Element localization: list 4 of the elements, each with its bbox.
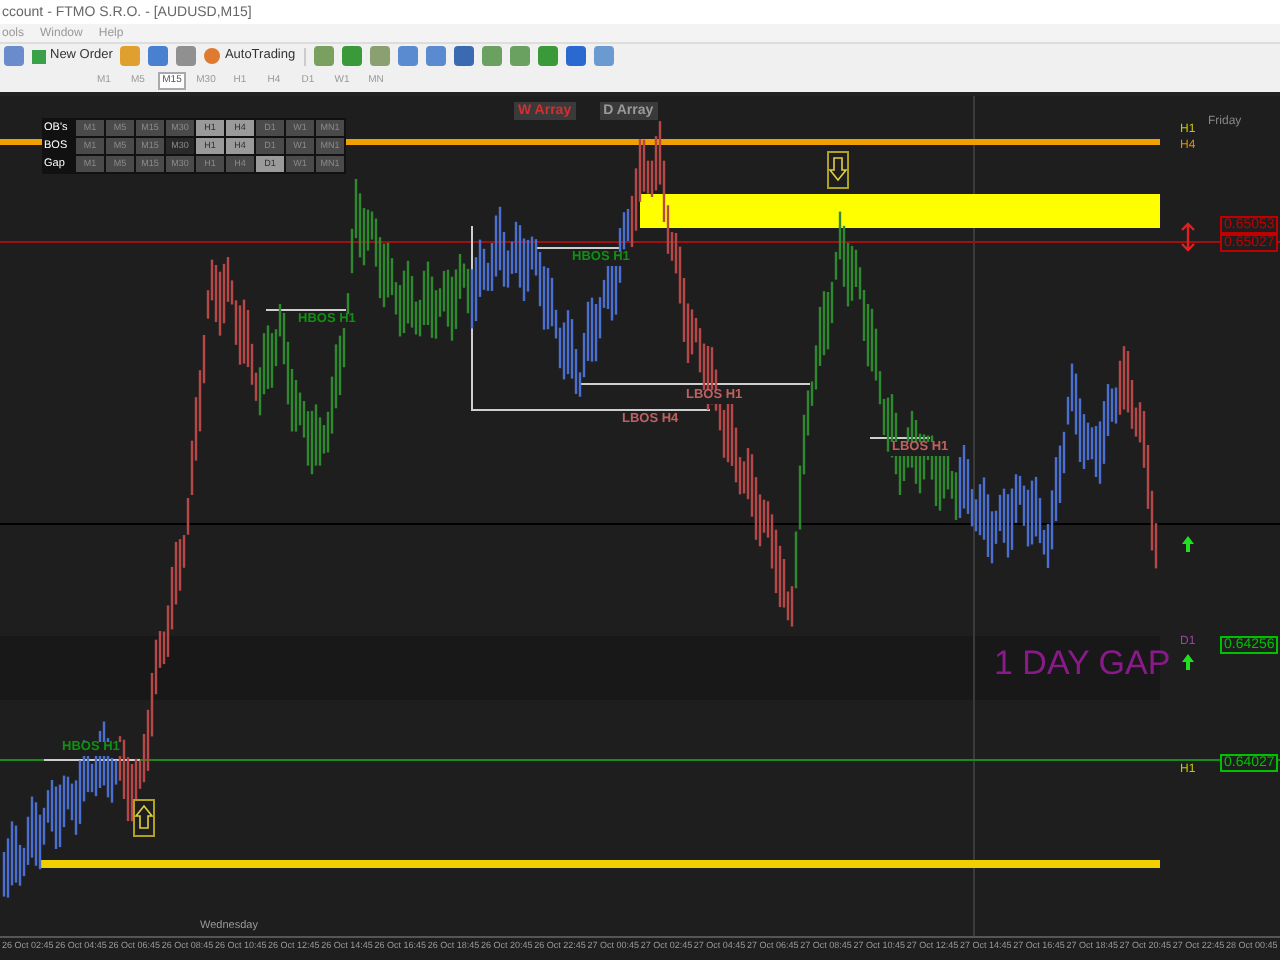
gap-label: 1 DAY GAP: [994, 646, 1171, 680]
double-arrow-icon: [1180, 222, 1196, 252]
up-arrow-icon: [1182, 654, 1194, 670]
up-arrow-icon: [1182, 536, 1194, 552]
